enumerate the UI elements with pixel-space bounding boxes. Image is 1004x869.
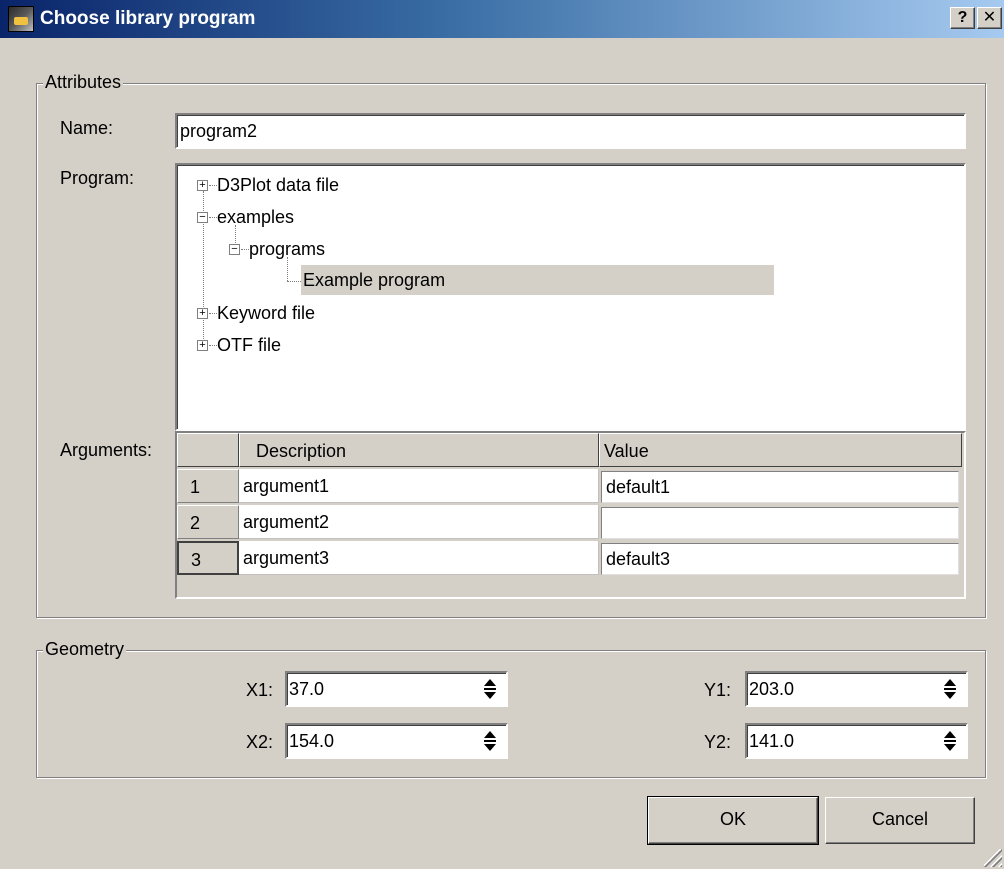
tree-node-label: examples [217,207,295,227]
x1-spinbox[interactable]: 37.0 [285,671,508,707]
column-header-description[interactable]: Description [239,433,599,467]
geometry-legend: Geometry [43,639,127,660]
x2-spinbox[interactable]: 154.0 [285,723,508,759]
tree-node-programs[interactable]: − programs [229,234,325,264]
argument-description: argument3 [239,541,599,575]
tree-connector [287,281,301,282]
y2-value[interactable]: 141.0 [749,725,794,757]
x2-label: X2: [246,732,274,752]
tree-node-label: OTF file [217,335,282,355]
name-label: Name: [60,118,114,138]
y1-value[interactable]: 203.0 [749,673,794,705]
argument-value[interactable]: default3 [601,543,959,575]
arguments-label: Arguments: [60,440,153,460]
help-button[interactable]: ? [950,7,975,29]
window-title: Choose library program [40,8,256,29]
plus-box-icon[interactable]: + [197,308,208,319]
attributes-legend: Attributes [43,72,124,93]
ok-button[interactable]: OK [647,796,819,845]
cancel-button[interactable]: Cancel [825,797,975,844]
row-number: 3 [177,541,239,575]
y2-spinbox[interactable]: 141.0 [745,723,968,759]
program-label: Program: [60,168,135,188]
tree-node-otf[interactable]: + OTF file [197,330,281,360]
spin-arrows-icon[interactable] [944,677,958,703]
plus-box-icon[interactable]: + [197,180,208,191]
y2-label: Y2: [704,732,732,752]
y1-label: Y1: [704,680,732,700]
spin-arrows-icon[interactable] [944,729,958,755]
title-bar[interactable]: Choose library program ? ✕ [0,0,1004,38]
argument-description: argument1 [239,469,599,503]
grid-corner [177,433,239,467]
help-icon: ? [957,9,968,26]
row-number: 2 [177,505,239,539]
spin-arrows-icon[interactable] [484,677,498,703]
tree-node-label: programs [249,239,326,259]
tree-node-label: D3Plot data file [217,175,340,195]
name-input[interactable] [179,116,962,146]
app-icon [8,6,34,32]
tree-node-label: Example program [303,270,446,290]
x1-value[interactable]: 37.0 [289,673,324,705]
tree-node-keyword[interactable]: + Keyword file [197,298,315,328]
tree-node-label: Keyword file [217,303,316,323]
x2-value[interactable]: 154.0 [289,725,334,757]
tree-node-examples[interactable]: − examples [197,202,294,232]
minus-box-icon[interactable]: − [229,244,240,255]
spin-arrows-icon[interactable] [484,729,498,755]
plus-box-icon[interactable]: + [197,340,208,351]
y1-spinbox[interactable]: 203.0 [745,671,968,707]
tree-node-example-program[interactable]: Example program [303,265,445,295]
argument-value[interactable] [601,507,959,539]
close-button[interactable]: ✕ [977,7,1002,29]
column-header-value[interactable]: Value [599,433,962,467]
x1-label: X1: [246,680,274,700]
resize-grip-icon[interactable] [984,849,1002,867]
row-number: 1 [177,469,239,503]
argument-value[interactable]: default1 [601,471,959,503]
program-tree[interactable]: + D3Plot data file − examples − programs… [175,163,966,431]
argument-description: argument2 [239,505,599,539]
tree-node-d3plot[interactable]: + D3Plot data file [197,170,339,200]
close-icon: ✕ [982,9,997,26]
arguments-grid[interactable]: Description Value 1 argument1 default1 2… [175,431,966,599]
name-field[interactable] [175,113,966,149]
minus-box-icon[interactable]: − [197,212,208,223]
